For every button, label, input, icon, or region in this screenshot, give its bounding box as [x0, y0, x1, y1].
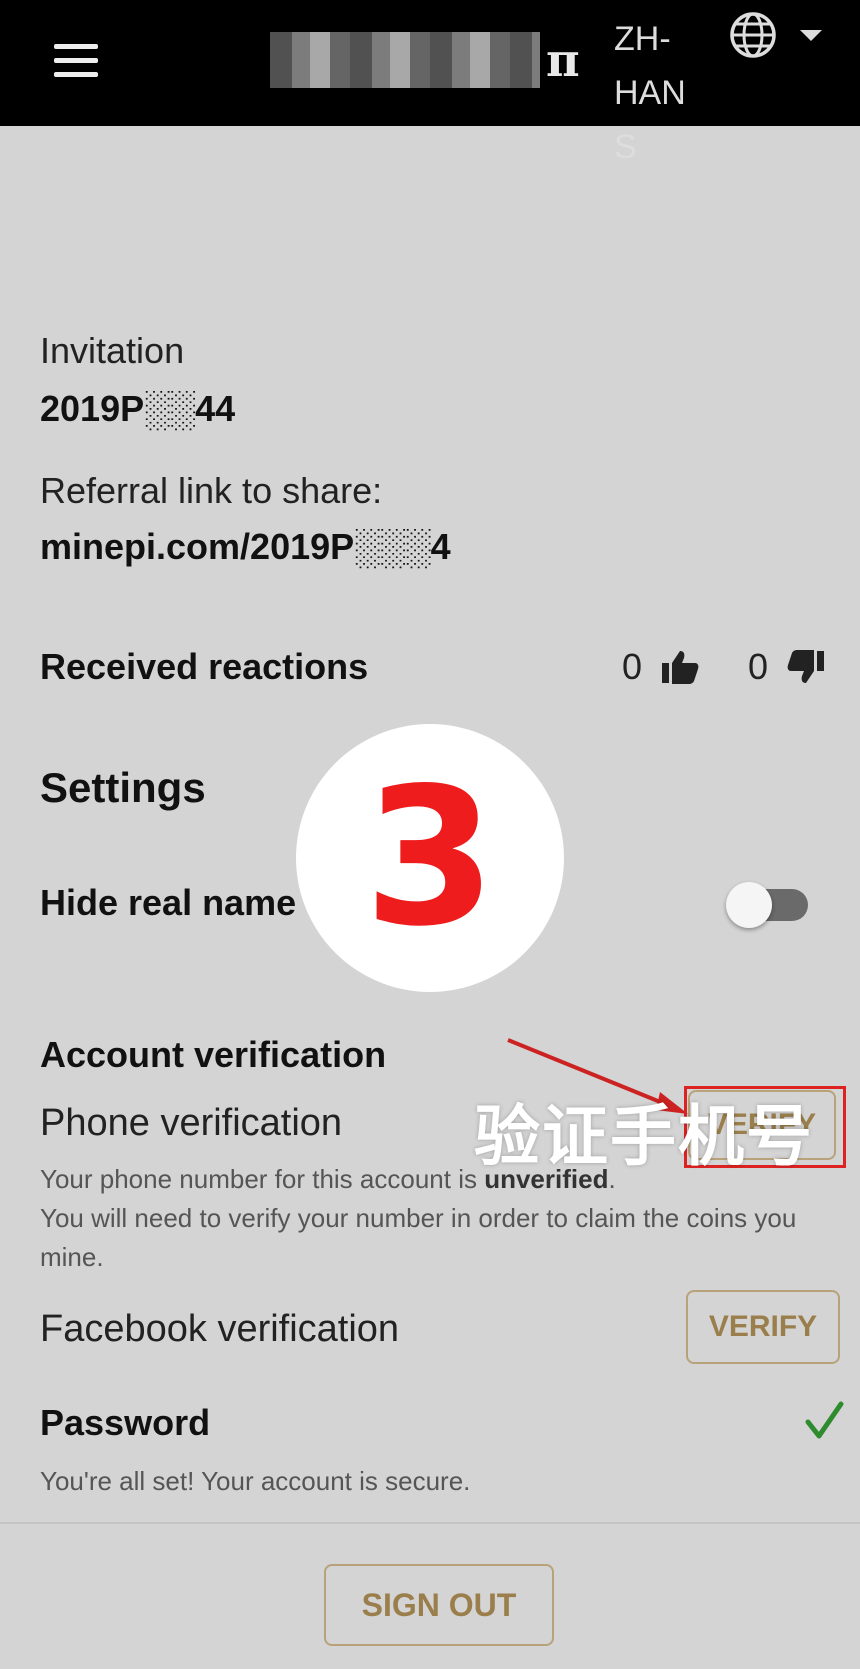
settings-title: Settings: [40, 764, 206, 811]
thumbs-up-icon: [662, 651, 699, 684]
step-badge: 3: [296, 724, 564, 992]
toggle-knob: [726, 882, 772, 928]
top-bar: π ZH-HANS: [0, 0, 860, 166]
facebook-verification-label: Facebook verification: [40, 1308, 400, 1350]
referral-label: Referral link to share:: [40, 470, 383, 511]
hide-real-name-label: Hide real name: [40, 882, 297, 923]
reaction-counts: 0 0: [622, 646, 826, 688]
account-verification-title: Account verification: [40, 1034, 387, 1075]
blurred-balance: [270, 32, 540, 88]
language-selector[interactable]: ZH-HANS: [614, 12, 704, 174]
balance-display: π: [270, 28, 580, 92]
hamburger-icon[interactable]: [54, 44, 98, 78]
invitation-label: Invitation: [40, 330, 185, 371]
phone-note-line2: You will need to verify your number in o…: [40, 1203, 797, 1272]
pi-icon: π: [546, 33, 580, 87]
sign-out-button[interactable]: SIGN OUT: [324, 1564, 554, 1646]
received-reactions-label: Received reactions: [40, 646, 369, 687]
likes-count: 0: [622, 646, 643, 687]
phone-note-prefix: Your phone number for this account is: [40, 1164, 485, 1194]
referral-link[interactable]: minepi.com/2019P░░░4: [40, 526, 451, 568]
caret-down-icon[interactable]: [800, 30, 822, 41]
invitation-code: 2019P░░44: [40, 388, 236, 429]
thumbs-down-icon: [787, 650, 825, 683]
step-number: 3: [363, 747, 497, 968]
password-note: You're all set! Your account is secure.: [40, 1466, 471, 1496]
phone-verification-label: Phone verification: [40, 1102, 343, 1144]
password-label: Password: [40, 1402, 211, 1443]
globe-icon[interactable]: [728, 10, 778, 60]
caption-text: 验证手机号: [474, 1098, 814, 1175]
hide-real-name-toggle[interactable]: [726, 882, 808, 928]
divider: [0, 1522, 860, 1524]
checkmark-icon: [805, 1401, 844, 1439]
dislikes-count: 0: [748, 646, 769, 687]
facebook-verify-button[interactable]: VERIFY: [686, 1290, 840, 1364]
